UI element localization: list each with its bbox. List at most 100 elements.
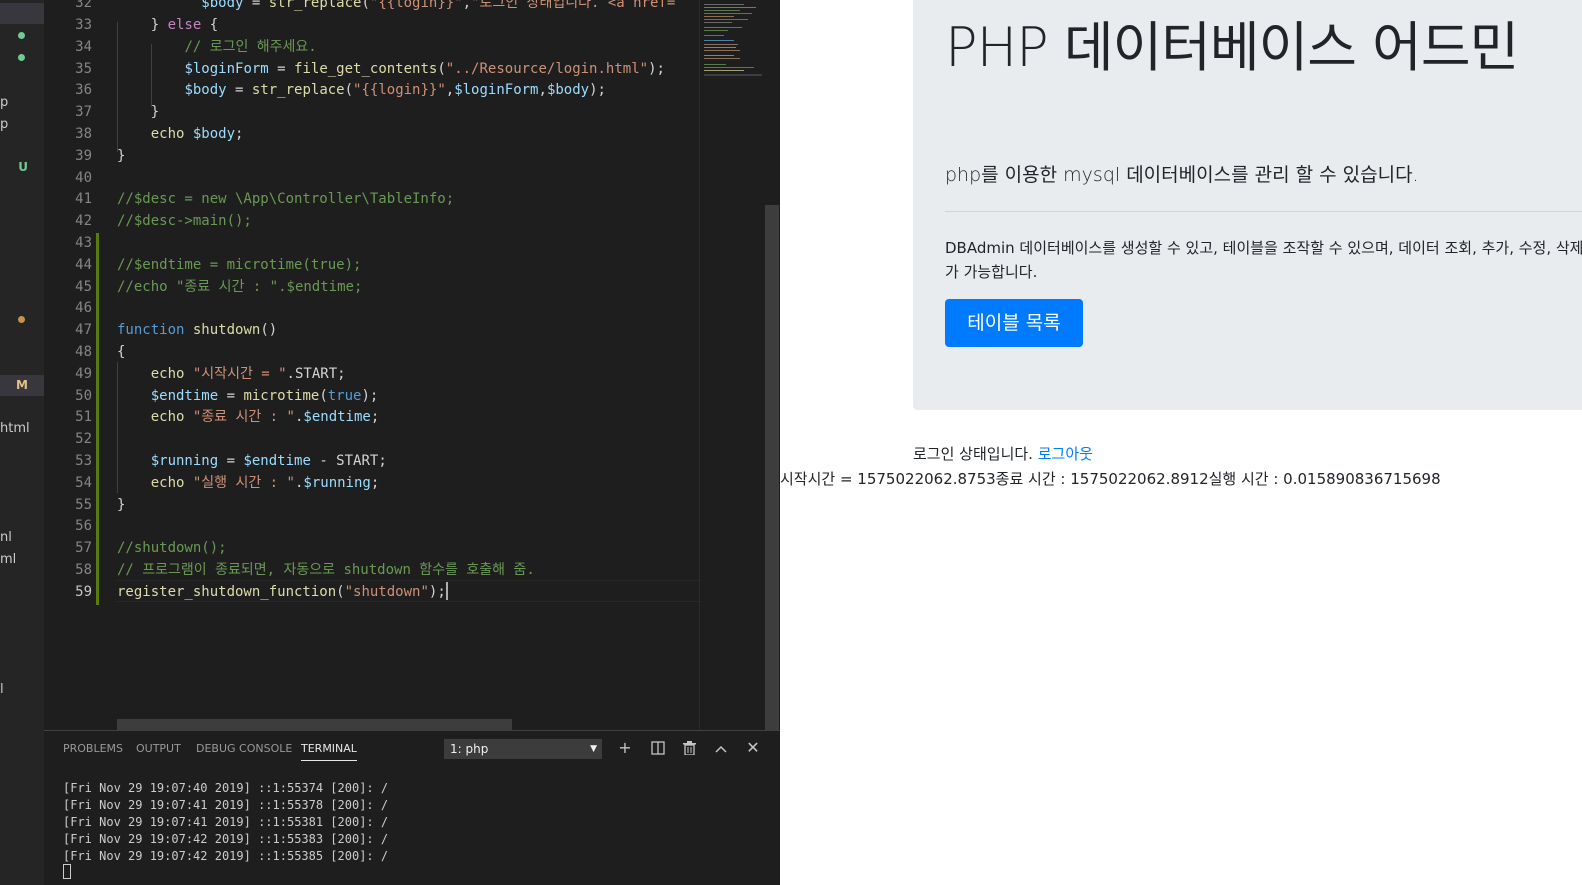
- divider: [945, 211, 1582, 212]
- code-line-51: echo "종료 시간 : ".$endtime;: [150, 409, 380, 426]
- explorer-row[interactable]: [0, 47, 44, 68]
- line-number: 44: [75, 256, 92, 273]
- line-number: 49: [75, 365, 92, 382]
- terminal-line: [Fri Nov 29 19:07:41 2019] ::1:55381 [20…: [63, 815, 389, 829]
- file-name-fragment: html: [0, 421, 30, 436]
- add-terminal-icon[interactable]: +: [615, 737, 635, 759]
- line-number: 38: [75, 126, 92, 142]
- minimap[interactable]: [699, 0, 765, 730]
- table-list-button[interactable]: 테이블 목록: [945, 299, 1083, 347]
- explorer-row[interactable]: html: [0, 418, 44, 439]
- explorer-row[interactable]: nl: [0, 527, 44, 548]
- line-number: 52: [75, 431, 92, 448]
- line-number: 54: [75, 474, 92, 491]
- terminal-select[interactable]: 1: php ▼: [444, 739, 602, 759]
- scrollbar-thumb[interactable]: [765, 205, 779, 730]
- split-terminal-icon[interactable]: [648, 737, 668, 759]
- explorer-sidebar: p p U M html nl ml l: [0, 0, 44, 885]
- code-line-37: }: [150, 104, 160, 121]
- code-line-36: $body = str_replace("{{login}}",$loginFo…: [184, 82, 606, 99]
- line-number: 34: [75, 38, 92, 55]
- code-line-53: $running = $endtime - START;: [150, 453, 387, 469]
- explorer-selected-row[interactable]: [0, 3, 44, 24]
- logout-link[interactable]: 로그아웃: [1038, 445, 1093, 463]
- line-number: 37: [75, 104, 92, 121]
- maximize-panel-icon[interactable]: [711, 737, 731, 759]
- code-area[interactable]: $body = str_replace("{{login}}","로그인 상태입…: [117, 0, 699, 730]
- line-number: 36: [75, 82, 92, 99]
- code-line-58: // 프로그램이 종료되면, 자동으로 shutdown 함수를 호출해 줌.: [117, 562, 535, 578]
- close-panel-icon[interactable]: ✕: [743, 737, 763, 759]
- bottom-panel: PROBLEMS OUTPUT DEBUG CONSOLE TERMINAL 1…: [44, 730, 780, 885]
- line-number: 51: [75, 409, 92, 426]
- explorer-row[interactable]: [0, 25, 44, 46]
- line-number: 35: [75, 60, 92, 77]
- line-number: 58: [75, 562, 92, 578]
- jumbotron: PHP 데이터베이스 어드민 php를 이용한 mysql 데이터베이스를 관리…: [913, 0, 1582, 410]
- line-number: 55: [75, 496, 92, 513]
- chevron-down-icon: ▼: [590, 744, 597, 754]
- code-line-48: {: [117, 344, 126, 360]
- terminal-line: [Fri Nov 29 19:07:40 2019] ::1:55374 [20…: [63, 781, 389, 795]
- code-line-59: register_shutdown_function("shutdown");: [117, 581, 448, 600]
- code-line-32: $body = str_replace("{{login}}","로그인 상태입…: [201, 0, 676, 12]
- code-line-38: echo $body;: [150, 126, 244, 142]
- terminal-line: [Fri Nov 29 19:07:42 2019] ::1:55385 [20…: [63, 849, 389, 863]
- code-editor[interactable]: 32 33 34 35 36 37 38 39 40 41 42 43 44 45 46 47 48 49 50 51…: [44, 0, 780, 730]
- line-number: 48: [75, 344, 92, 360]
- file-name-fragment: l: [0, 682, 4, 697]
- code-line-45: //echo "종료 시간 : ".$endtime;: [117, 278, 363, 295]
- lead-text: php를 이용한 mysql 데이터베이스를 관리 할 수 있습니다.: [945, 164, 1419, 186]
- line-number: 45: [75, 278, 92, 295]
- tab-debug-console[interactable]: DEBUG CONSOLE: [196, 742, 292, 755]
- git-diff-added-bar: [96, 233, 99, 605]
- explorer-row[interactable]: M: [0, 375, 44, 396]
- explorer-row[interactable]: [0, 309, 44, 330]
- editor-vertical-scrollbar[interactable]: [765, 0, 780, 730]
- line-number: 59: [75, 583, 92, 600]
- git-status-dot-icon: [18, 32, 25, 39]
- text-cursor: [445, 581, 448, 600]
- editor-horizontal-scrollbar[interactable]: [117, 719, 512, 730]
- code-line-57: //shutdown();: [117, 540, 227, 557]
- file-name-fragment: ml: [0, 552, 17, 567]
- file-name-fragment: p: [0, 95, 9, 110]
- trash-icon[interactable]: [679, 737, 699, 759]
- line-number-gutter: 32 33 34 35 36 37 38 39 40 41 42 43 44 45 46 47 48 49 50 51…: [44, 0, 94, 730]
- tab-output[interactable]: OUTPUT: [136, 742, 181, 755]
- description-text: DBAdmin 데이터베이스를 생성할 수 있고, 테이블을 조작할 수 있으며…: [945, 239, 1582, 281]
- git-status-dot-icon: [18, 316, 25, 323]
- code-line-54: echo "실행 시간 : ".$running;: [150, 474, 380, 491]
- line-number: 42: [75, 213, 92, 230]
- code-line-55: }: [117, 496, 126, 513]
- code-line-44: //$endtime = microtime(true);: [117, 256, 362, 273]
- line-number: 57: [75, 540, 92, 557]
- browser-viewport: PHP 데이터베이스 어드민 php를 이용한 mysql 데이터베이스를 관리…: [780, 0, 1582, 885]
- explorer-row[interactable]: p: [0, 92, 44, 113]
- explorer-row[interactable]: ml: [0, 549, 44, 570]
- explorer-row[interactable]: U: [0, 157, 44, 178]
- terminal-cursor: [63, 864, 71, 879]
- line-number: 56: [75, 518, 92, 535]
- login-status: 로그인 상태입니다. 로그아웃: [913, 443, 1093, 464]
- line-number: 47: [75, 322, 92, 339]
- terminal-select-value: 1: php: [450, 742, 489, 756]
- code-line-47: function shutdown(): [117, 322, 278, 339]
- tab-terminal[interactable]: TERMINAL: [301, 742, 357, 761]
- line-number: 43: [75, 235, 92, 251]
- line-number: 32: [75, 0, 92, 12]
- line-number: 40: [75, 169, 92, 186]
- login-status-text: 로그인 상태입니다.: [913, 445, 1038, 463]
- file-name-fragment: nl: [0, 530, 12, 545]
- code-line-39: }: [117, 147, 126, 164]
- code-line-50: $endtime = microtime(true);: [150, 387, 379, 404]
- code-line-34: // 로그인 해주세요.: [184, 38, 317, 55]
- line-number: 33: [75, 17, 92, 33]
- explorer-row[interactable]: l: [0, 679, 44, 700]
- line-number: 39: [75, 147, 92, 164]
- explorer-row[interactable]: p: [0, 114, 44, 135]
- tab-problems[interactable]: PROBLEMS: [63, 742, 123, 755]
- line-number: 53: [75, 453, 92, 469]
- git-untracked-badge: U: [18, 160, 28, 174]
- line-number: 50: [75, 387, 92, 404]
